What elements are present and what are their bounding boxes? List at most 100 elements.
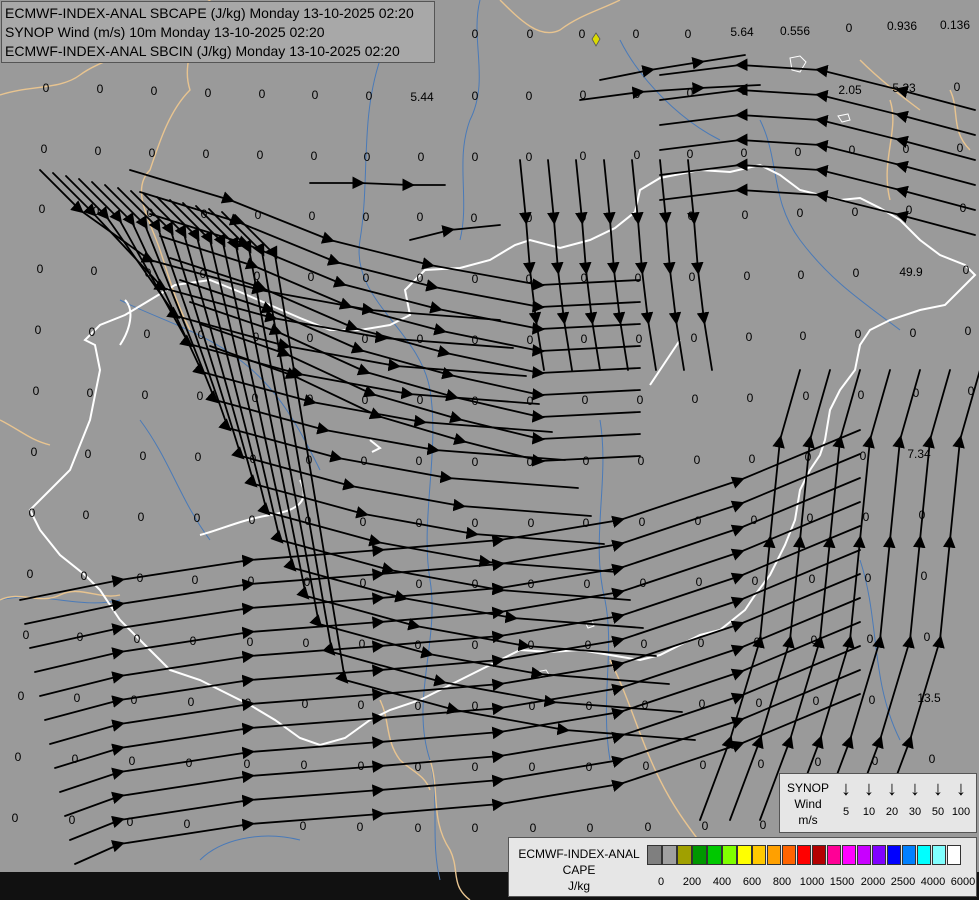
cape-value-label: 0 bbox=[528, 638, 535, 652]
cape-value-label: 0 bbox=[203, 147, 210, 161]
cape-colour-swatch bbox=[766, 845, 782, 865]
cape-value-label: 0 bbox=[134, 632, 141, 646]
cape-value-label: 0 bbox=[530, 821, 537, 835]
wind-arrow-icon: ↓ bbox=[956, 778, 966, 800]
cape-value-label: 0 bbox=[807, 511, 814, 525]
cape-value-label: 0 bbox=[415, 760, 422, 774]
wind-streamline bbox=[409, 224, 501, 241]
cape-value-label: 0 bbox=[361, 454, 368, 468]
cape-value-label: 0 bbox=[645, 820, 652, 834]
cape-value-label: 0 bbox=[37, 262, 44, 276]
cape-value-label: 0 bbox=[472, 333, 479, 347]
cape-value-label: 0 bbox=[910, 326, 917, 340]
cape-value-label: 0.136 bbox=[940, 18, 970, 32]
cape-value-label: 0 bbox=[303, 636, 310, 650]
synop-legend-title-line1: SYNOP bbox=[786, 781, 829, 795]
cape-value-label: 0 bbox=[528, 577, 535, 591]
cape-value-label: 0 bbox=[741, 84, 748, 98]
cape-value-label: 0 bbox=[472, 821, 479, 835]
cape-value-label: 0 bbox=[472, 760, 479, 774]
cape-value-label: 7.34 bbox=[907, 447, 931, 461]
cape-colour-swatch bbox=[691, 845, 707, 865]
cape-legend-label: 400 bbox=[712, 876, 732, 888]
cape-value-label: 0 bbox=[811, 633, 818, 647]
cape-value-label: 0 bbox=[417, 271, 424, 285]
cape-value-label: 0 bbox=[200, 267, 207, 281]
cape-value-label: 0 bbox=[579, 27, 586, 41]
cape-value-label: 0.936 bbox=[887, 19, 917, 33]
cape-value-label: 5.44 bbox=[410, 90, 434, 104]
cape-value-label: 0 bbox=[957, 141, 964, 155]
cape-value-label: 0 bbox=[300, 819, 307, 833]
cape-value-label: 0 bbox=[257, 148, 264, 162]
cape-value-label: 0 bbox=[797, 206, 804, 220]
wind-streamline bbox=[91, 181, 553, 433]
cape-value-label: 0 bbox=[253, 330, 260, 344]
cape-value-label: 0 bbox=[205, 86, 212, 100]
cape-value-label: 0 bbox=[867, 632, 874, 646]
cape-colour-swatch bbox=[721, 845, 737, 865]
cape-value-label: 0 bbox=[633, 27, 640, 41]
wind-streamline bbox=[179, 279, 641, 401]
cape-value-label: 0 bbox=[685, 27, 692, 41]
cape-value-label: 0 bbox=[472, 272, 479, 286]
cape-value-label: 0 bbox=[815, 755, 822, 769]
cape-value-label: 0 bbox=[188, 695, 195, 709]
cape-legend-label: 800 bbox=[772, 876, 792, 888]
cape-colour-swatch bbox=[931, 845, 947, 865]
cape-value-label: 0 bbox=[252, 391, 259, 405]
cape-value-label: 0 bbox=[77, 630, 84, 644]
synop-speed-label: 10 bbox=[862, 806, 876, 818]
cape-value-label: 0 bbox=[903, 142, 910, 156]
cape-value-label: 0 bbox=[580, 88, 587, 102]
synop-speed-label: 5 bbox=[842, 806, 850, 818]
cape-value-label: 0 bbox=[140, 449, 147, 463]
cape-value-label: 0 bbox=[689, 270, 696, 284]
cape-value-label: 0 bbox=[529, 760, 536, 774]
cape-legend-label: 1000 bbox=[799, 876, 825, 888]
cape-value-label: 0 bbox=[312, 88, 319, 102]
cape-value-label: 0 bbox=[634, 210, 641, 224]
cape-value-label: 0 bbox=[798, 268, 805, 282]
cape-value-label: 0.556 bbox=[780, 24, 810, 38]
cape-value-label: 0 bbox=[72, 752, 79, 766]
cape-value-label: 0 bbox=[800, 329, 807, 343]
cape-value-label: 0 bbox=[691, 331, 698, 345]
cape-legend-title-line1: ECMWF-INDEX-ANAL bbox=[518, 847, 640, 861]
cape-value-label: 0 bbox=[248, 574, 255, 588]
cape-value-label: 0 bbox=[865, 571, 872, 585]
wind-streamline bbox=[44, 549, 861, 721]
cape-value-label: 0 bbox=[471, 211, 478, 225]
cape-value-label: 13.5 bbox=[917, 691, 941, 705]
weather-map[interactable]: 0 0 0 0 0 0 5.64 0.556 0 0.936 0.136 0 0 0 0 0 0 0 5.44 0 0 0… bbox=[0, 0, 979, 900]
cape-colour-swatch bbox=[871, 845, 887, 865]
cape-value-labels-layer: 0 0 0 0 0 0 5.64 0.556 0 0.936 0.136 0 0 0 0 0 0 0 5.44 0 0 0… bbox=[12, 18, 975, 835]
cape-value-label: 0 bbox=[306, 453, 313, 467]
cape-value-label: 0 bbox=[358, 698, 365, 712]
wind-arrow-icon: ↓ bbox=[887, 778, 897, 800]
synop-legend-title: SYNOP Wind m/s bbox=[782, 780, 834, 828]
cape-value-label: 0 bbox=[526, 89, 533, 103]
wind-streamline bbox=[221, 211, 683, 713]
cape-legend-label: 200 bbox=[682, 876, 702, 888]
cape-colour-swatch bbox=[647, 845, 662, 865]
cape-value-label: 0 bbox=[700, 758, 707, 772]
map-viewport[interactable]: 0 0 0 0 0 0 5.64 0.556 0 0.936 0.136 0 0 0 0 0 0 0 5.44 0 0 0… bbox=[0, 0, 979, 900]
cape-value-label: 0 bbox=[416, 577, 423, 591]
synop-legend-item: ↓ 100 bbox=[949, 778, 973, 818]
cape-legend-labels: 0 200 400 600 800 1000 1500 2000 2500 4000 6000 bbox=[647, 876, 977, 890]
wind-streamline bbox=[39, 525, 861, 697]
cape-value-label: 0 bbox=[858, 388, 865, 402]
cape-value-label: 0 bbox=[23, 628, 30, 642]
cape-value-label: 0 bbox=[584, 577, 591, 591]
synop-speed-label: 30 bbox=[908, 806, 922, 818]
cape-value-label: 0 bbox=[41, 142, 48, 156]
cape-value-label: 0 bbox=[746, 330, 753, 344]
cape-value-label: 0 bbox=[699, 697, 706, 711]
cape-colour-swatch bbox=[796, 845, 812, 865]
cape-value-label: 5.23 bbox=[892, 81, 916, 95]
wind-arrow-icon: ↓ bbox=[933, 778, 943, 800]
wind-arrow-icon: ↓ bbox=[864, 778, 874, 800]
cape-value-label: 0 bbox=[416, 454, 423, 468]
cape-value-label: 0 bbox=[359, 637, 366, 651]
